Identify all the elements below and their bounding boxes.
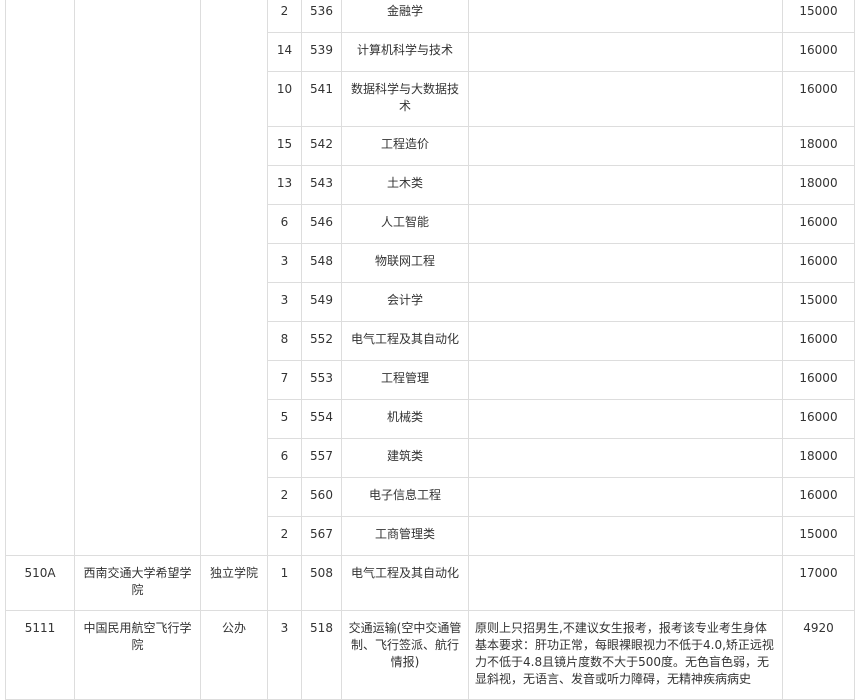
- major-name: 土木类: [341, 165, 469, 205]
- major-code: 536: [301, 0, 342, 33]
- plan-count: 15: [267, 126, 302, 166]
- plan-count: 6: [267, 204, 302, 244]
- major-remark: [468, 32, 783, 72]
- tuition-fee: 17000: [782, 555, 855, 611]
- major-code: 548: [301, 243, 342, 283]
- major-code: 518: [301, 610, 342, 700]
- major-remark: [468, 516, 783, 556]
- major-name: 会计学: [341, 282, 469, 322]
- major-code: 552: [301, 321, 342, 361]
- major-name: 人工智能: [341, 204, 469, 244]
- major-remark: [468, 204, 783, 244]
- major-name: 物联网工程: [341, 243, 469, 283]
- tuition-fee: 16000: [782, 204, 855, 244]
- plan-count: 7: [267, 360, 302, 400]
- plan-count: 3: [267, 610, 302, 700]
- school-id-cell: [5, 0, 75, 556]
- major-remark: [468, 399, 783, 439]
- tuition-fee: 18000: [782, 165, 855, 205]
- major-name: 建筑类: [341, 438, 469, 478]
- school-name-cell: [74, 0, 201, 556]
- major-code: 546: [301, 204, 342, 244]
- school-type-cell: [200, 0, 268, 556]
- major-code: 543: [301, 165, 342, 205]
- major-code: 554: [301, 399, 342, 439]
- major-code: 557: [301, 438, 342, 478]
- major-remark: [468, 438, 783, 478]
- major-remark: [468, 282, 783, 322]
- plan-count: 3: [267, 282, 302, 322]
- school-id: 5111: [5, 610, 75, 700]
- school-type: 公办: [200, 610, 268, 700]
- tuition-fee: 15000: [782, 0, 855, 33]
- plan-count: 13: [267, 165, 302, 205]
- tuition-fee: 16000: [782, 32, 855, 72]
- plan-count: 8: [267, 321, 302, 361]
- major-remark: [468, 360, 783, 400]
- major-code: 560: [301, 477, 342, 517]
- major-name: 工程造价: [341, 126, 469, 166]
- tuition-fee: 16000: [782, 399, 855, 439]
- plan-count: 1: [267, 555, 302, 611]
- plan-count: 6: [267, 438, 302, 478]
- major-code: 508: [301, 555, 342, 611]
- major-name: 工程管理: [341, 360, 469, 400]
- tuition-fee: 15000: [782, 516, 855, 556]
- plan-count: 2: [267, 0, 302, 33]
- tuition-fee: 16000: [782, 243, 855, 283]
- plan-count: 5: [267, 399, 302, 439]
- major-remark: [468, 243, 783, 283]
- major-remark: 原则上只招男生,不建议女生报考，报考该专业考生身体基本要求：肝功正常，每眼裸眼视…: [468, 610, 783, 700]
- major-remark: [468, 71, 783, 127]
- major-code: 553: [301, 360, 342, 400]
- plan-count: 2: [267, 516, 302, 556]
- school-id: 510A: [5, 555, 75, 611]
- major-code: 541: [301, 71, 342, 127]
- plan-count: 3: [267, 243, 302, 283]
- major-name: 交通运输(空中交通管制、飞行签派、航行情报): [341, 610, 469, 700]
- major-remark: [468, 126, 783, 166]
- major-name: 电气工程及其自动化: [341, 321, 469, 361]
- major-name: 电气工程及其自动化: [341, 555, 469, 611]
- school-name: 中国民用航空飞行学院: [74, 610, 201, 700]
- table-row: 2 536 金融学 15000: [5, 0, 855, 556]
- major-remark: [468, 321, 783, 361]
- plan-count: 14: [267, 32, 302, 72]
- tuition-fee: 18000: [782, 126, 855, 166]
- major-name: 数据科学与大数据技术: [341, 71, 469, 127]
- major-remark: [468, 555, 783, 611]
- tuition-fee: 15000: [782, 282, 855, 322]
- major-code: 539: [301, 32, 342, 72]
- tuition-fee: 16000: [782, 71, 855, 127]
- tuition-fee: 16000: [782, 477, 855, 517]
- admission-table: 2 536 金融学 15000 14 539 计算机科学与技术 16000 10…: [5, 0, 855, 700]
- major-name: 电子信息工程: [341, 477, 469, 517]
- major-remark: [468, 0, 783, 33]
- table-row: 510A 西南交通大学希望学院 独立学院 1 508 电气工程及其自动化 170…: [5, 555, 855, 611]
- school-name: 西南交通大学希望学院: [74, 555, 201, 611]
- tuition-fee: 16000: [782, 360, 855, 400]
- major-name: 金融学: [341, 0, 469, 33]
- plan-count: 10: [267, 71, 302, 127]
- school-type: 独立学院: [200, 555, 268, 611]
- tuition-fee: 18000: [782, 438, 855, 478]
- major-remark: [468, 477, 783, 517]
- major-name: 工商管理类: [341, 516, 469, 556]
- plan-count: 2: [267, 477, 302, 517]
- major-code: 542: [301, 126, 342, 166]
- major-remark: [468, 165, 783, 205]
- major-name: 机械类: [341, 399, 469, 439]
- table-row: 5111 中国民用航空飞行学院 公办 3 518 交通运输(空中交通管制、飞行签…: [5, 610, 855, 700]
- major-code: 549: [301, 282, 342, 322]
- major-code: 567: [301, 516, 342, 556]
- tuition-fee: 16000: [782, 321, 855, 361]
- tuition-fee: 4920: [782, 610, 855, 700]
- major-name: 计算机科学与技术: [341, 32, 469, 72]
